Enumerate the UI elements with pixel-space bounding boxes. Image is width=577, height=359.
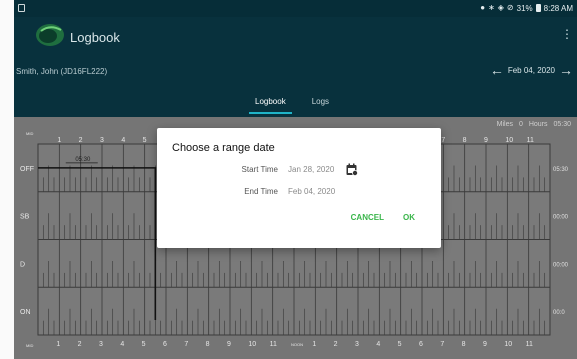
screen: ● ∗ ◈ ⊘ 31% 8:28 AM Logbook ⋮ Smith, Joh…: [0, 0, 577, 359]
start-time-row[interactable]: Start Time Jan 28, 2020: [157, 163, 441, 177]
range-date-dialog: Choose a range date Start Time Jan 28, 2…: [157, 128, 441, 248]
dialog-title: Choose a range date: [172, 142, 275, 154]
start-time-label: Start Time: [241, 165, 278, 174]
end-time-label: End Time: [244, 187, 278, 196]
end-time-row[interactable]: End Time Feb 04, 2020: [157, 185, 441, 199]
cancel-button[interactable]: CANCEL: [351, 213, 384, 222]
end-time-value[interactable]: Feb 04, 2020: [288, 187, 335, 196]
dialog-actions: CANCEL OK: [351, 213, 415, 222]
start-time-value[interactable]: Jan 28, 2020: [288, 165, 334, 174]
calendar-icon[interactable]: [346, 163, 358, 176]
ok-button[interactable]: OK: [403, 213, 415, 222]
